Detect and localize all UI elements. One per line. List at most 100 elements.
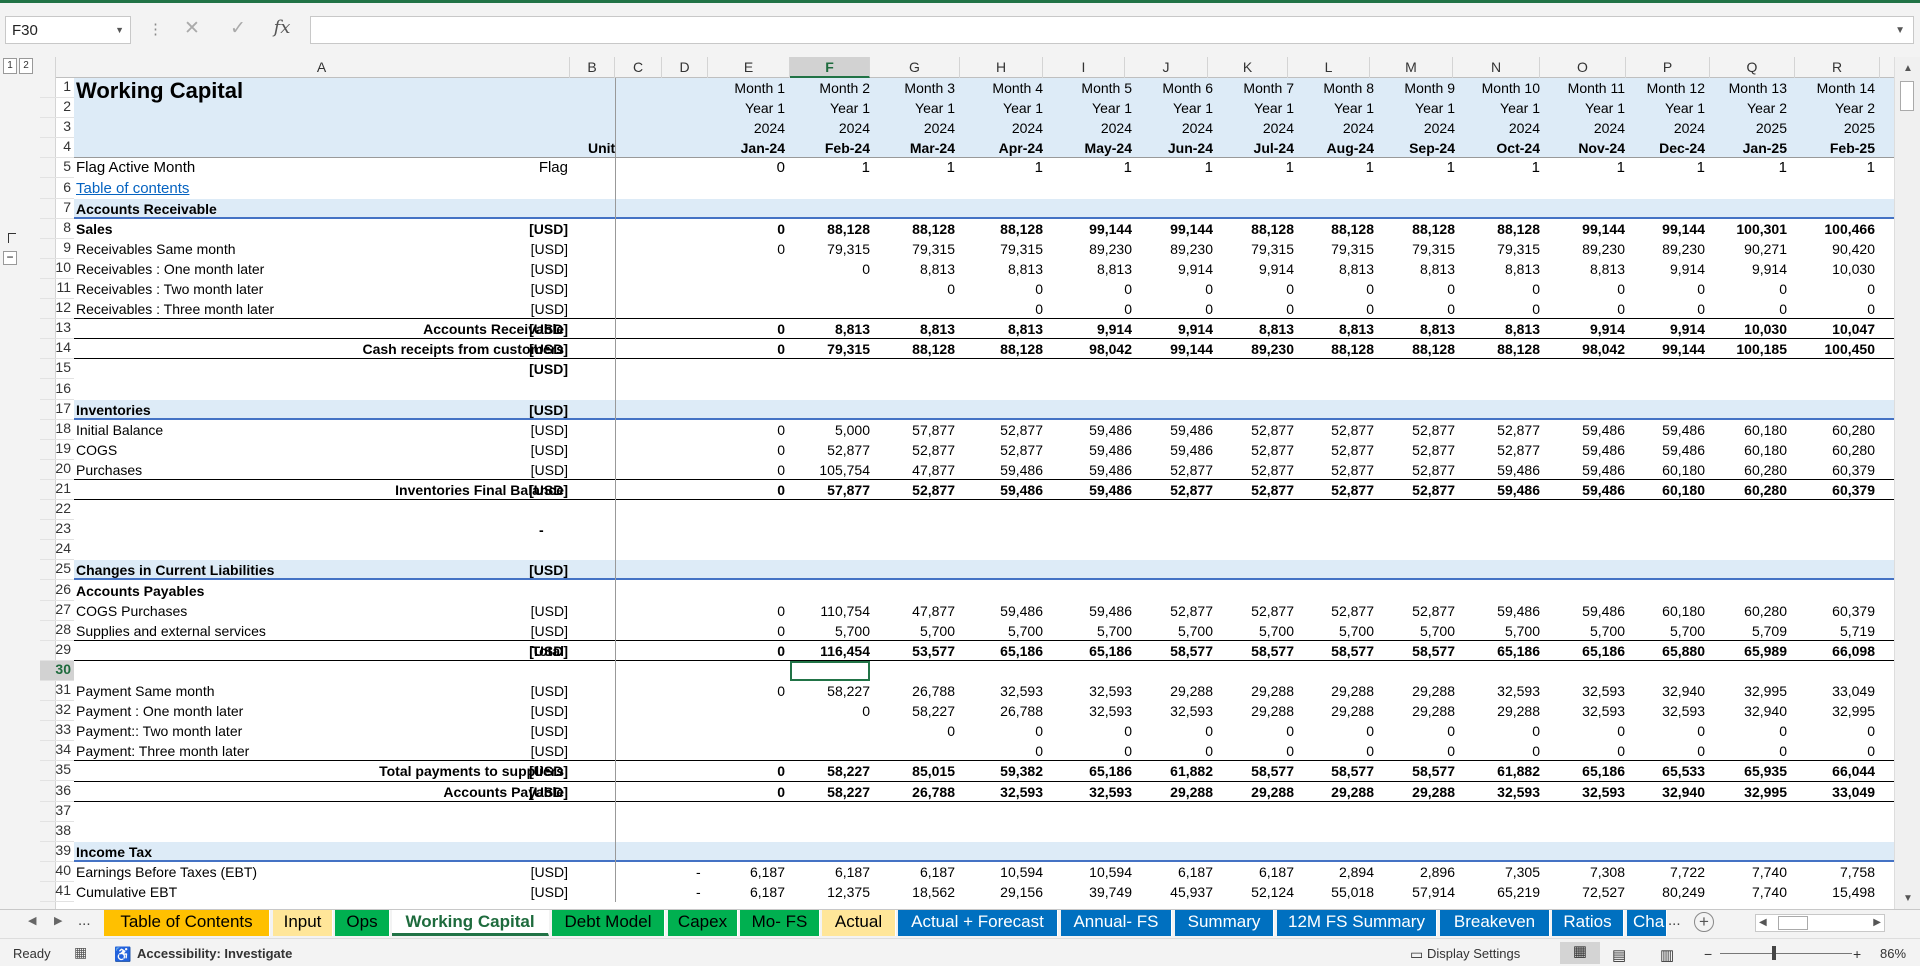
sheet-tab-ratios[interactable]: Ratios [1552, 910, 1624, 936]
column-header-h[interactable]: H [960, 57, 1043, 78]
scroll-down-icon[interactable]: ▼ [1903, 893, 1913, 904]
page-break-icon[interactable]: ▥ [1660, 946, 1674, 964]
row-header-6[interactable]: 6 [40, 179, 74, 199]
row-header-34[interactable]: 34 [40, 741, 74, 762]
sheet-tab-working-capital[interactable]: Working Capital [392, 910, 549, 936]
column-header-o[interactable]: O [1540, 57, 1626, 78]
row-header-8[interactable]: 8 [40, 219, 74, 239]
display-settings-icon[interactable]: ▭ [1410, 946, 1423, 963]
row-header-36[interactable]: 36 [40, 782, 74, 802]
vertical-scrollbar[interactable]: ▲ ▼ [1894, 57, 1920, 909]
row-header-25[interactable]: 25 [40, 560, 74, 581]
normal-view-icon[interactable]: ▦ [1560, 942, 1600, 964]
cell-area[interactable]: Working Capital Unit Month 1 Month 2 Month 3… [74, 78, 1894, 909]
zoom-out-icon[interactable]: − [1704, 946, 1712, 962]
row-header-9[interactable]: 9 [40, 239, 74, 259]
scroll-right-icon[interactable]: ▶ [1873, 917, 1881, 928]
row-header-29[interactable]: 29 [40, 641, 74, 661]
column-header-m[interactable]: M [1370, 57, 1453, 78]
sheet-tab-actual-forecast[interactable]: Actual + Forecast [898, 910, 1058, 936]
row-header-17[interactable]: 17 [40, 400, 74, 420]
tab-more-right[interactable]: ... [1668, 912, 1681, 929]
row-header-40[interactable]: 40 [40, 862, 74, 882]
accessibility-status[interactable]: Accessibility: Investigate [137, 946, 292, 961]
row-header-12[interactable]: 12 [40, 299, 74, 320]
column-header-p[interactable]: P [1626, 57, 1710, 78]
sheet-tab-annual-fs[interactable]: Annual- FS [1061, 910, 1172, 936]
sheet-tab-table-of-contents[interactable]: Table of Contents [104, 910, 270, 936]
row-header-18[interactable]: 18 [40, 420, 74, 440]
row-header-41[interactable]: 41 [40, 882, 74, 903]
macro-record-icon[interactable]: ▦ [74, 944, 87, 961]
row-header-11[interactable]: 11 [40, 279, 74, 300]
sheet-tab-actual[interactable]: Actual [822, 910, 896, 936]
formula-input[interactable]: ▼ [310, 16, 1914, 44]
column-header-i[interactable]: I [1043, 57, 1125, 78]
row-header-15[interactable]: 15 [40, 359, 74, 380]
row-header-26[interactable]: 26 [40, 581, 74, 601]
name-box[interactable]: F30 ▼ [5, 16, 131, 44]
display-settings[interactable]: Display Settings [1427, 946, 1520, 961]
row-header-20[interactable]: 20 [40, 460, 74, 480]
sheet-tab-ops[interactable]: Ops [335, 910, 390, 936]
row-header-7[interactable]: 7 [40, 199, 74, 219]
horizontal-scrollbar[interactable]: ◀ ▶ [1755, 914, 1885, 932]
row-header-16[interactable]: 16 [40, 380, 74, 400]
collapse-group-icon[interactable]: − [3, 251, 17, 265]
row-header-3[interactable]: 3 [40, 118, 74, 139]
row-header-30[interactable]: 30 [40, 660, 74, 681]
column-header-n[interactable]: N [1453, 57, 1540, 78]
row-header-33[interactable]: 33 [40, 721, 74, 742]
tab-scroll-right-icon[interactable]: ▶ [54, 914, 62, 927]
row-header-10[interactable]: 10 [40, 259, 74, 279]
sheet-tab-summary[interactable]: Summary [1175, 910, 1274, 936]
row-header-19[interactable]: 19 [40, 440, 74, 460]
sheet-tab-input[interactable]: Input [273, 910, 333, 936]
expand-formula-icon[interactable]: ▼ [1895, 25, 1905, 36]
tab-scroll-left-icon[interactable]: ◀ [28, 914, 36, 927]
sheet-tab-breakeven[interactable]: Breakeven [1440, 910, 1550, 936]
enter-icon[interactable]: ✓ [226, 17, 250, 40]
h-scroll-thumb[interactable] [1778, 916, 1808, 930]
row-header-35[interactable]: 35 [40, 761, 74, 782]
row-header-37[interactable]: 37 [40, 802, 74, 822]
row-header-32[interactable]: 32 [40, 701, 74, 722]
add-sheet-icon[interactable]: + [1694, 912, 1714, 932]
sheet-tab-cha[interactable]: Cha [1627, 910, 1667, 936]
column-header-e[interactable]: E [708, 57, 790, 78]
column-header-b[interactable]: B [570, 57, 615, 78]
column-header-q[interactable]: Q [1710, 57, 1795, 78]
column-header-c[interactable]: C [615, 57, 662, 78]
outline-level-2[interactable]: 2 [19, 58, 33, 74]
row-header-22[interactable]: 22 [40, 500, 74, 521]
column-header-k[interactable]: K [1208, 57, 1288, 78]
row-header-39[interactable]: 39 [40, 842, 74, 862]
scroll-thumb[interactable] [1900, 81, 1914, 111]
row-header-21[interactable]: 21 [40, 480, 74, 501]
row-header-4[interactable]: 4 [40, 138, 74, 159]
row-header-2[interactable]: 2 [40, 98, 74, 119]
row-header-13[interactable]: 13 [40, 319, 74, 340]
column-header-f[interactable]: F [790, 57, 870, 78]
column-header-a[interactable]: A [74, 57, 570, 78]
column-header-g[interactable]: G [870, 57, 960, 78]
sheet-tab-debt-model[interactable]: Debt Model [552, 910, 665, 936]
zoom-level[interactable]: 86% [1880, 946, 1906, 961]
accessibility-icon[interactable]: ♿ [114, 946, 131, 963]
row-header-1[interactable]: 1 [40, 78, 74, 99]
page-layout-icon[interactable]: ▤ [1612, 946, 1626, 964]
row-header-14[interactable]: 14 [40, 339, 74, 360]
selected-cell[interactable] [790, 660, 870, 681]
row-header-27[interactable]: 27 [40, 601, 74, 621]
column-header-l[interactable]: L [1288, 57, 1370, 78]
insert-function-icon[interactable]: fx [270, 17, 294, 38]
row-header-23[interactable]: 23 [40, 520, 74, 541]
table-of-contents-link[interactable]: Table of contents [76, 179, 189, 199]
scroll-up-icon[interactable]: ▲ [1903, 63, 1913, 74]
more-options-icon[interactable]: ⋮ [148, 20, 163, 38]
row-header-28[interactable]: 28 [40, 621, 74, 641]
column-header-j[interactable]: J [1125, 57, 1208, 78]
sheet-tab-capex[interactable]: Capex [668, 910, 738, 936]
zoom-slider[interactable] [1720, 953, 1852, 954]
chevron-down-icon[interactable]: ▼ [115, 25, 124, 35]
